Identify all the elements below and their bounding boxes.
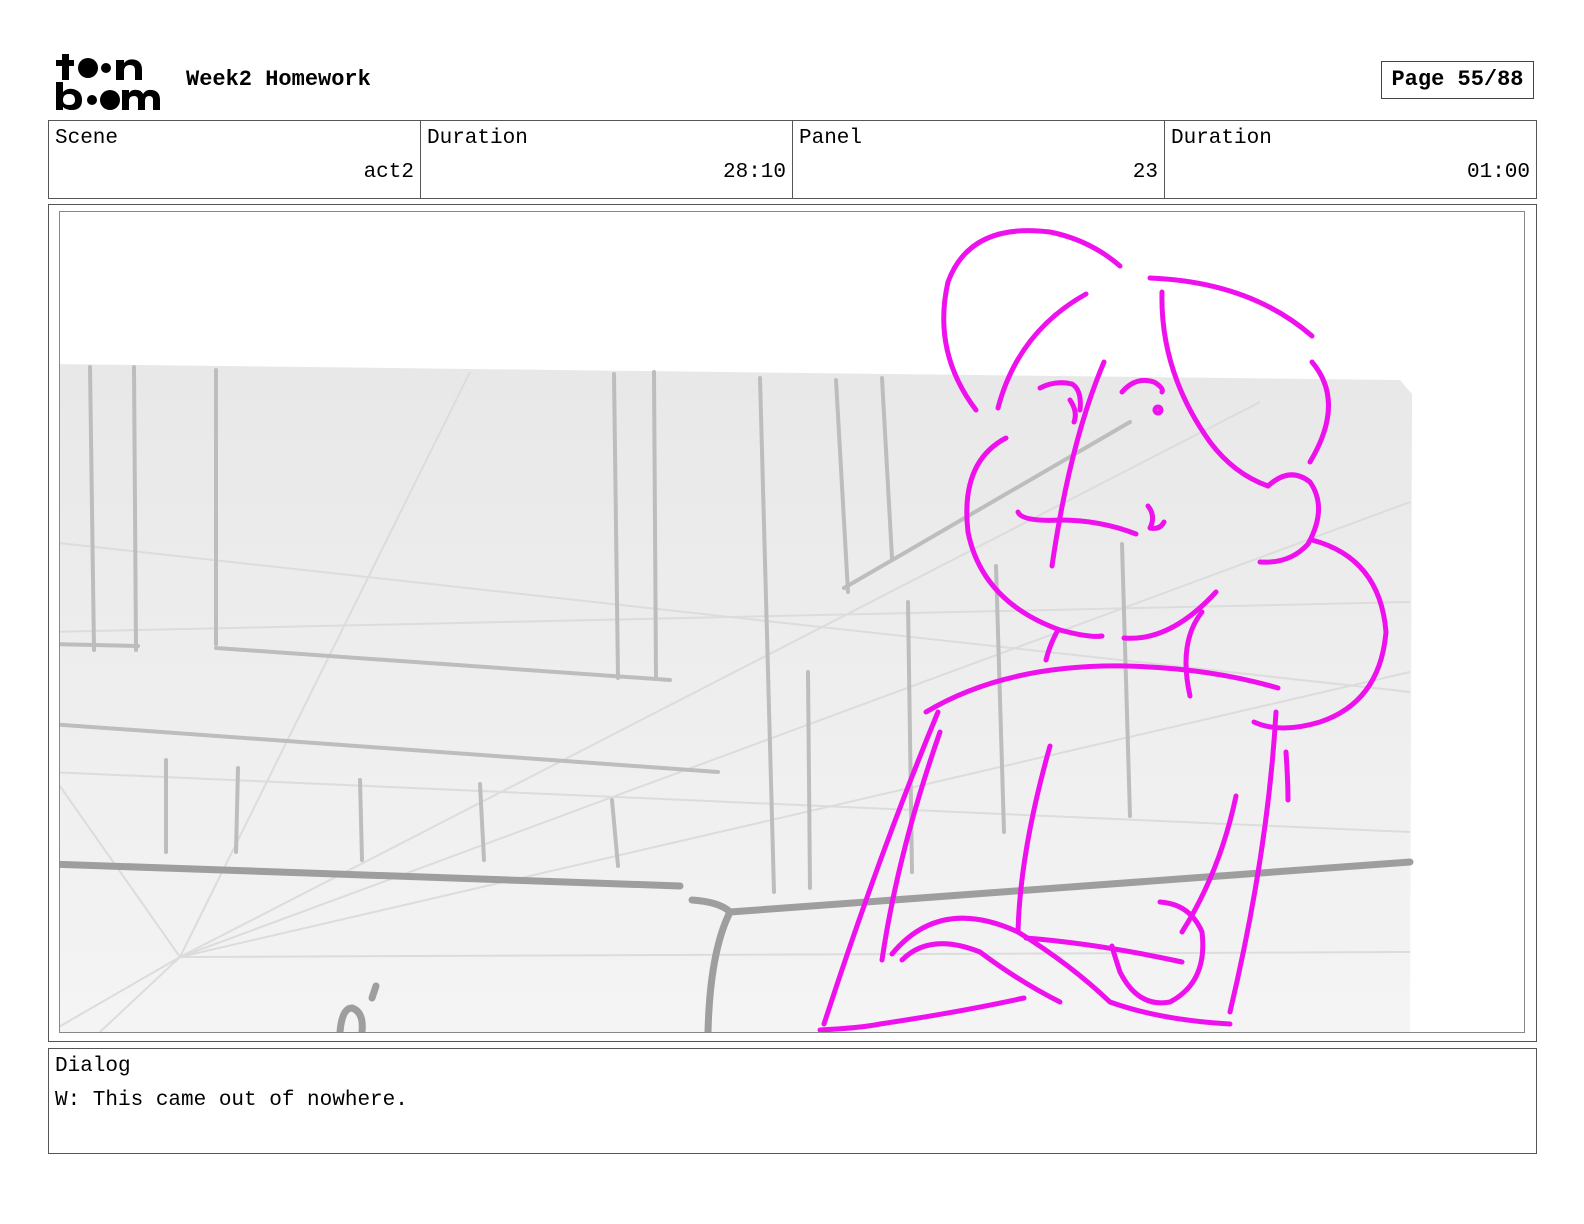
storyboard-panel [48,204,1537,1042]
panel-duration-cell: Duration 01:00 [1164,121,1536,198]
panel-sketch [60,228,1414,1032]
project-title: Week2 Homework [186,67,371,92]
dialog-box: Dialog W: This came out of nowhere. [48,1048,1537,1154]
panel-image-frame [59,211,1525,1033]
background-wash [60,364,1412,1032]
scene-duration-label: Duration [427,127,528,150]
panel-value: 23 [1132,161,1158,184]
dialog-label: Dialog [55,1055,131,1078]
scene-cell: Scene act2 [49,121,420,198]
scene-info-table: Scene act2 Duration 28:10 Panel 23 Durat… [48,120,1537,199]
scene-duration-value: 28:10 [722,161,786,184]
dialog-text: W: This came out of nowhere. [55,1089,408,1112]
scene-duration-cell: Duration 28:10 [420,121,792,198]
panel-cell: Panel 23 [792,121,1164,198]
page-indicator: Page 55/88 [1381,61,1534,99]
scene-value: act2 [363,161,414,184]
toon-boom-logo [56,54,160,110]
panel-duration-value: 01:00 [1466,161,1530,184]
panel-label: Panel [799,127,863,150]
panel-duration-label: Duration [1171,127,1272,150]
scene-label: Scene [55,127,119,150]
